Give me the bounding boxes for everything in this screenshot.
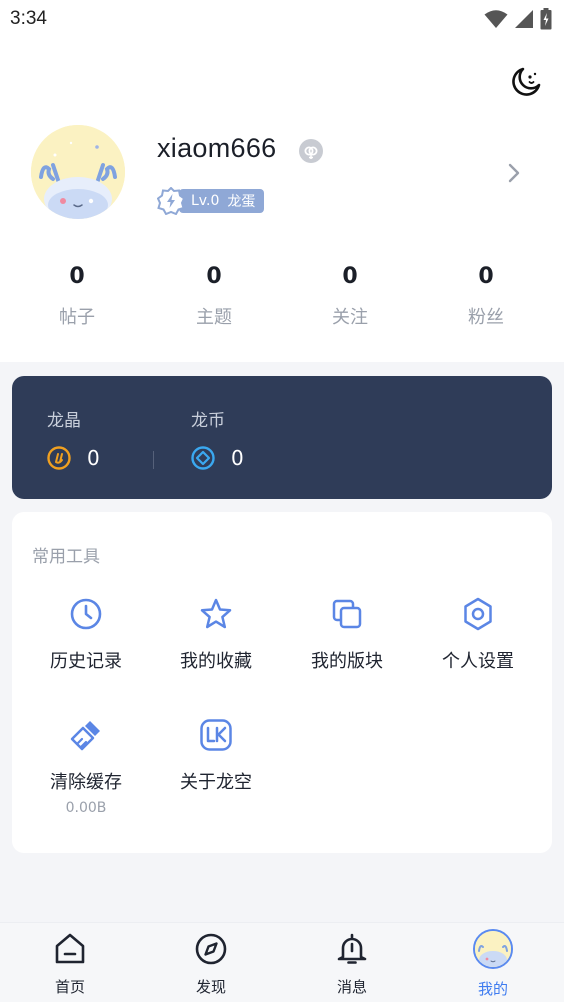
tab-label: 消息 xyxy=(336,978,367,996)
crystal-balance: 0 xyxy=(47,446,100,470)
stat-label: 主题 xyxy=(196,307,232,328)
coin-icon xyxy=(191,446,215,470)
stat-value: 0 xyxy=(342,264,358,289)
tab-label: 我的 xyxy=(477,980,508,998)
stat-label: 粉丝 xyxy=(468,307,504,328)
brush-icon xyxy=(70,721,100,751)
stat-label: 关注 xyxy=(332,307,368,328)
tool-label: 我的版块 xyxy=(311,651,383,672)
tools-title: 常用工具 xyxy=(32,547,100,567)
coin-label: 龙币 xyxy=(191,411,225,431)
status-bar: 3:34 xyxy=(0,0,564,38)
stats-row: 0 帖子 0 主题 0 关注 0 粉丝 xyxy=(0,262,564,338)
gear-icon xyxy=(464,597,492,631)
username: xiaom666 xyxy=(157,133,277,163)
tool-label: 清除缓存 xyxy=(50,772,122,793)
gender-icon xyxy=(299,139,323,163)
tool-history[interactable]: 历史记录 xyxy=(21,596,151,673)
stat-value: 0 xyxy=(69,264,85,289)
tab-mine[interactable]: 我的 xyxy=(448,929,538,999)
tab-home[interactable]: 首页 xyxy=(25,931,115,997)
tab-discover[interactable]: 发现 xyxy=(166,931,256,997)
wallet-divider xyxy=(153,451,154,469)
avatar-icon xyxy=(473,929,513,969)
coin-balance: 0 xyxy=(191,446,244,470)
stat-label: 帖子 xyxy=(59,307,95,328)
lightning-shield-icon xyxy=(157,186,185,215)
stat-value: 0 xyxy=(206,264,222,289)
wallet-card[interactable]: 龙晶 0 龙币 0 xyxy=(12,376,552,499)
night-mode-button[interactable] xyxy=(508,64,544,100)
profile-detail-button[interactable] xyxy=(504,160,524,186)
dragon-avatar-icon xyxy=(31,125,125,219)
stat-following[interactable]: 0 关注 xyxy=(300,262,400,329)
lk-logo-icon xyxy=(200,719,232,751)
level-badge: Lv.0 龙蛋 xyxy=(157,186,265,215)
stat-value: 0 xyxy=(478,264,494,289)
crystal-label: 龙晶 xyxy=(47,411,81,431)
tab-label: 首页 xyxy=(54,978,85,996)
home-icon xyxy=(55,933,85,964)
status-icons xyxy=(484,8,552,30)
level-text: Lv.0 xyxy=(191,192,220,209)
stat-topics[interactable]: 0 主题 xyxy=(164,262,264,329)
tool-label: 关于龙空 xyxy=(180,772,252,793)
level-pill: Lv.0 龙蛋 xyxy=(179,188,265,213)
cache-size: 0.00B xyxy=(65,800,107,816)
compass-icon xyxy=(195,933,227,965)
bottom-tab-bar: 首页 发现 消息 我的 xyxy=(0,922,564,1002)
battery-icon xyxy=(540,8,552,30)
coin-value: 0 xyxy=(231,446,244,470)
star-icon xyxy=(200,598,232,629)
bell-icon xyxy=(337,933,367,964)
tool-label: 个人设置 xyxy=(442,651,514,672)
clock-icon xyxy=(70,598,102,630)
crystal-value: 0 xyxy=(87,446,100,470)
crystal-icon xyxy=(47,446,71,470)
copy-icon xyxy=(332,599,362,629)
stat-posts[interactable]: 0 帖子 xyxy=(27,262,127,329)
tool-label: 我的收藏 xyxy=(180,651,252,672)
stat-followers[interactable]: 0 粉丝 xyxy=(436,262,536,329)
tool-settings[interactable]: 个人设置 xyxy=(413,596,543,673)
tab-label: 发现 xyxy=(195,978,226,996)
tool-favorites[interactable]: 我的收藏 xyxy=(151,596,281,673)
avatar[interactable] xyxy=(31,125,125,219)
tool-my-boards[interactable]: 我的版块 xyxy=(282,596,412,673)
tool-clear-cache[interactable]: 清除缓存 0.00B xyxy=(21,717,151,816)
tool-label: 历史记录 xyxy=(50,651,122,672)
tools-card: 常用工具 历史记录 我的收藏 我的版块 个人设置 清除缓存 0.00B 关于龙空 xyxy=(12,512,552,853)
tool-about[interactable]: 关于龙空 xyxy=(151,717,281,794)
tab-messages[interactable]: 消息 xyxy=(307,931,397,997)
signal-icon xyxy=(515,10,533,28)
chevron-right-icon xyxy=(508,163,520,183)
status-time: 3:34 xyxy=(10,8,47,29)
moon-icon xyxy=(512,67,541,96)
wifi-icon xyxy=(484,10,508,28)
level-title: 龙蛋 xyxy=(227,193,256,210)
